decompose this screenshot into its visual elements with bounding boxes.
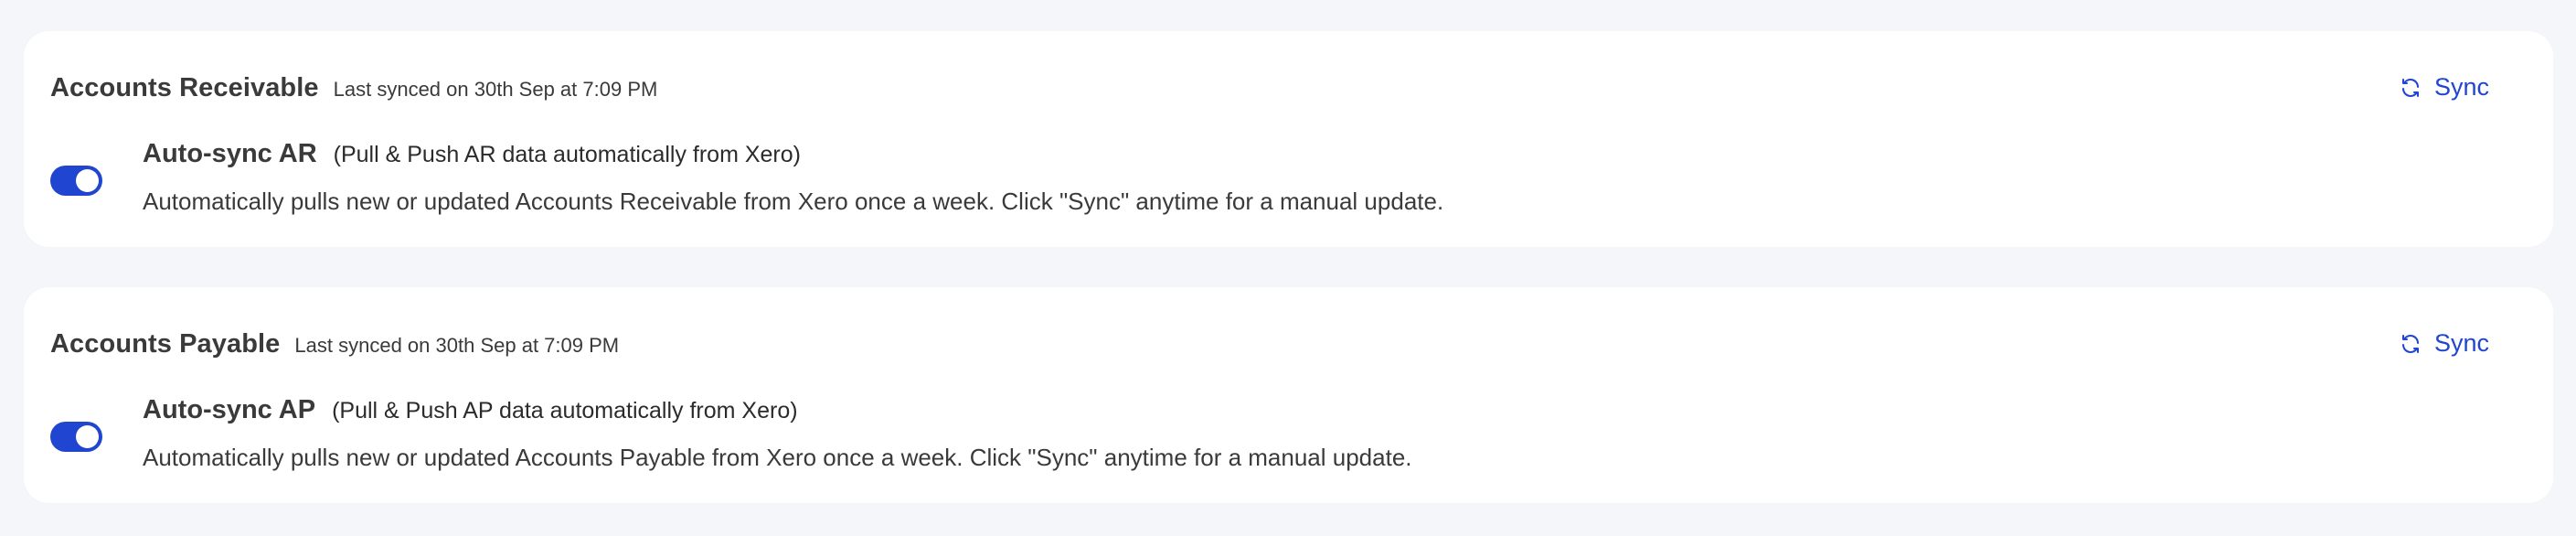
auto-sync-ar-toggle[interactable]: [50, 166, 102, 196]
setting-note: (Pull & Push AR data automatically from …: [333, 142, 801, 167]
accounts-receivable-card: Accounts Receivable Last synced on 30th …: [24, 31, 2553, 247]
setting-row: Auto-sync AP (Pull & Push AP data automa…: [143, 395, 798, 425]
refresh-icon: [2401, 334, 2419, 353]
toggle-knob: [76, 169, 99, 192]
accounts-payable-card: Accounts Payable Last synced on 30th Sep…: [24, 287, 2553, 503]
card-header: Accounts Payable Last synced on 30th Sep…: [50, 329, 619, 359]
setting-note: (Pull & Push AP data automatically from …: [332, 398, 798, 423]
sync-button[interactable]: Sync: [2394, 70, 2495, 105]
refresh-icon: [2401, 78, 2419, 97]
setting-title: Auto-sync AP: [143, 395, 316, 424]
setting-title: Auto-sync AR: [143, 139, 317, 168]
sync-button[interactable]: Sync: [2394, 326, 2495, 361]
last-synced-text: Last synced on 30th Sep at 7:09 PM: [333, 78, 658, 101]
sync-button-label: Sync: [2433, 73, 2489, 101]
setting-description: Automatically pulls new or updated Accou…: [143, 444, 1412, 471]
setting-description: Automatically pulls new or updated Accou…: [143, 188, 1444, 215]
card-title: Accounts Payable: [50, 329, 281, 359]
auto-sync-ap-toggle[interactable]: [50, 422, 102, 452]
toggle-knob: [76, 425, 99, 448]
card-title: Accounts Receivable: [50, 73, 319, 102]
card-header: Accounts Receivable Last synced on 30th …: [50, 73, 657, 103]
last-synced-text: Last synced on 30th Sep at 7:09 PM: [294, 334, 620, 357]
setting-row: Auto-sync AR (Pull & Push AR data automa…: [143, 139, 801, 169]
sync-button-label: Sync: [2433, 329, 2489, 357]
